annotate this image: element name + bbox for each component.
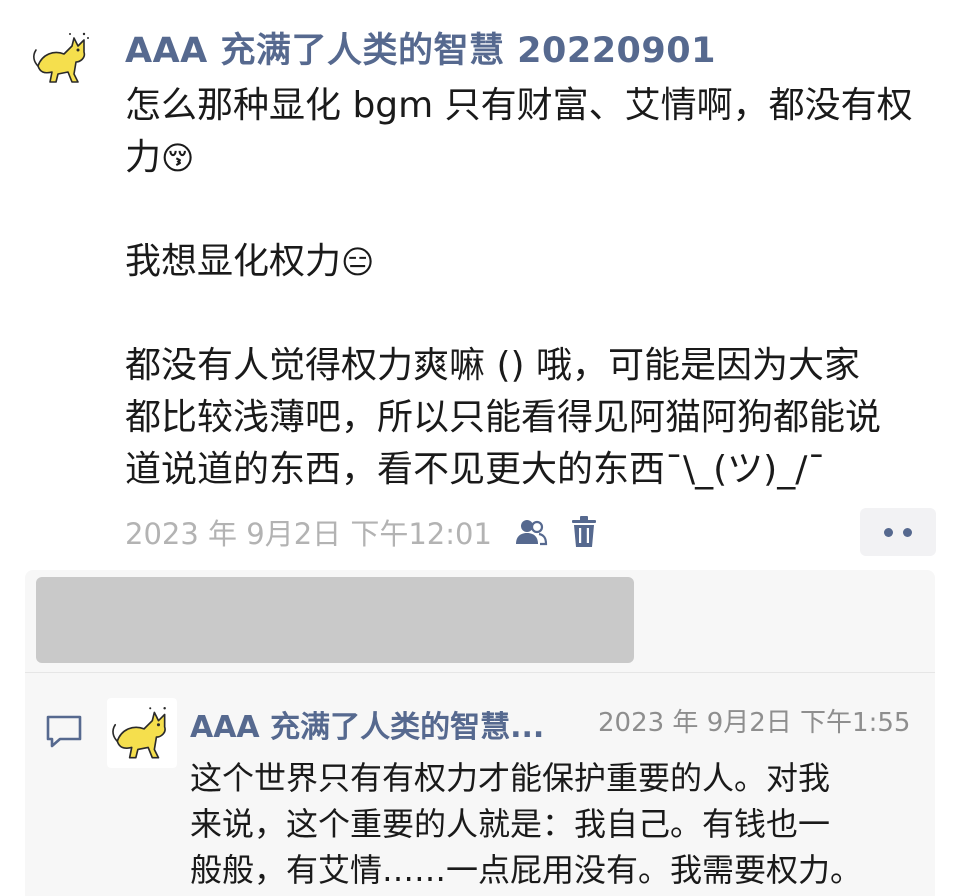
- redacted-likes-area: [36, 577, 634, 663]
- post-line: 道说道的东西，看不见更大的东西¯\_(ツ)_/¯: [125, 449, 826, 490]
- comments-divider: [25, 672, 935, 673]
- trash-icon[interactable]: [570, 516, 598, 548]
- more-options-button[interactable]: [860, 508, 936, 556]
- cat-avatar-icon: [28, 24, 96, 92]
- comment-bubble-icon: [44, 713, 84, 753]
- post-timestamp: 2023 年 9月2日 下午12:01: [125, 517, 492, 551]
- comment-line: 来说，这个重要的人就是：我自己。有钱也一: [190, 805, 831, 843]
- comment-author-avatar[interactable]: [107, 698, 177, 768]
- more-dots-icon: [884, 527, 893, 537]
- comment-line: 般般，有艾情……一点屁用没有。我需要权力。: [190, 851, 863, 889]
- post-line: 力😚: [125, 137, 195, 178]
- comment-timestamp: 2023 年 9月2日 下午1:55: [598, 708, 911, 738]
- post-line: 都比较浅薄吧，所以只能看得见阿猫阿狗都能说: [125, 397, 882, 438]
- post-line: 都没有人觉得权力爽嘛 () 哦，可能是因为大家: [125, 345, 860, 386]
- post-meta: 2023 年 9月2日 下午12:01: [125, 512, 598, 552]
- comment-line: 这个世界只有有权力才能保护重要的人。对我: [190, 759, 831, 797]
- cat-avatar-icon: [112, 707, 166, 759]
- post-author-name[interactable]: AAA 充满了人类的智慧 20220901: [125, 22, 716, 73]
- post-content: 怎么那种显化 bgm 只有财富、艾情啊，都没有权 力😚 我想显化权力😑 都没有人…: [125, 80, 940, 496]
- comment-author-name[interactable]: AAA 充满了人类的智慧...: [190, 702, 544, 746]
- kissing-face-emoji: 😚: [161, 139, 195, 177]
- post-line: 怎么那种显化 bgm 只有财富、艾情啊，都没有权: [125, 85, 913, 126]
- author-avatar[interactable]: [28, 24, 96, 92]
- comment-content[interactable]: 这个世界只有有权力才能保护重要的人。对我 来说，这个重要的人就是：我自己。有钱也…: [190, 755, 862, 893]
- post-line: 我想显化权力😑: [125, 241, 375, 282]
- expressionless-face-emoji: 😑: [341, 243, 375, 281]
- moments-post-view: AAA 充满了人类的智慧 20220901 怎么那种显化 bgm 只有财富、艾情…: [0, 0, 955, 896]
- people-icon[interactable]: [514, 517, 548, 547]
